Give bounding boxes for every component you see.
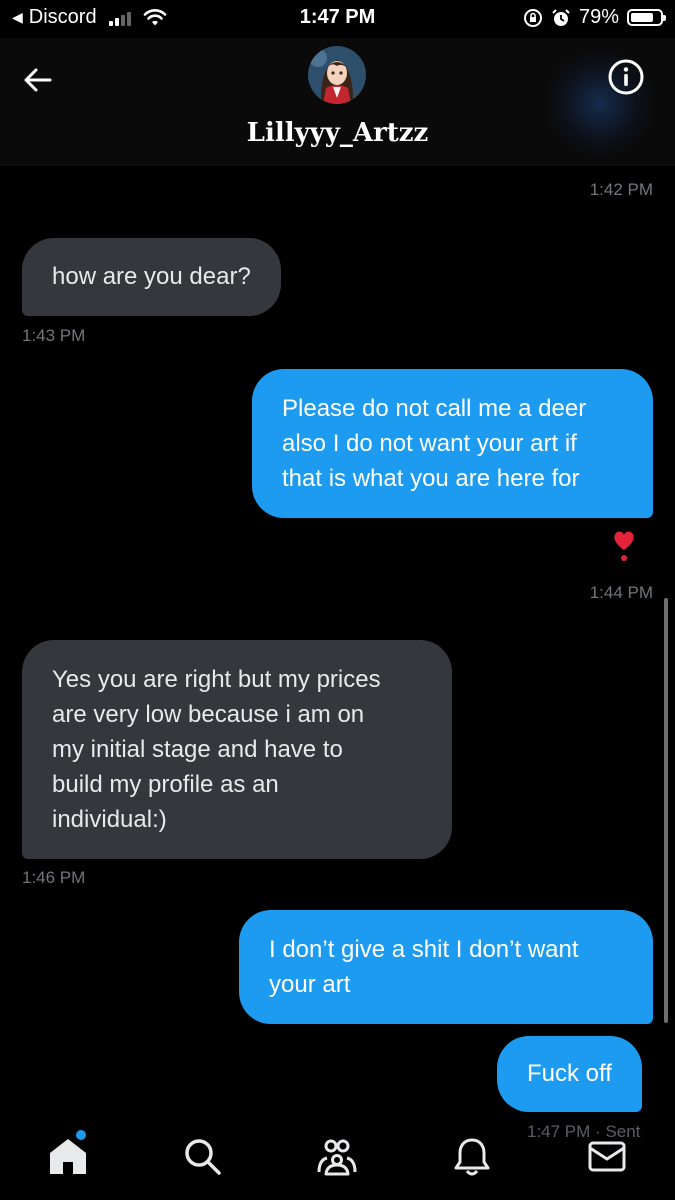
outgoing-message[interactable]: Fuck off (497, 1036, 642, 1112)
battery-percent: 79% (578, 6, 619, 28)
message-timestamp: 1:42 PM (589, 180, 653, 199)
alarm-icon (552, 8, 570, 26)
meta-separator: · (595, 1122, 606, 1141)
info-icon[interactable] (607, 58, 645, 96)
incoming-message[interactable]: Yes you are right but my prices are very… (22, 640, 452, 859)
last-message-meta: 1:47 PM · Sent (527, 1122, 640, 1142)
message-line: that is what you are here for (282, 465, 580, 492)
battery-icon (627, 9, 666, 26)
status-indicators: 79% (523, 6, 666, 29)
message-timestamp: 1:43 PM (22, 326, 86, 345)
status-bar: ◀ Discord 1:47 PM 79% (0, 0, 675, 38)
message-line: build my profile as an (52, 771, 279, 798)
contact-name[interactable]: Lillyyy_Artzz (0, 118, 675, 148)
avatar[interactable] (308, 46, 366, 104)
notification-dot (76, 1130, 86, 1140)
message-line: individual:) (52, 806, 167, 833)
communities-icon[interactable] (315, 1134, 359, 1178)
message-timestamp: 1:46 PM (22, 868, 86, 887)
back-arrow-icon[interactable] (20, 62, 56, 98)
message-line: Please do not call me a deer (282, 395, 587, 422)
conversation-header: Lillyyy_Artzz (0, 38, 675, 166)
message-status: Sent (605, 1122, 641, 1141)
message-line: are very low because i am on (52, 701, 365, 728)
home-icon[interactable] (46, 1134, 90, 1178)
outgoing-message[interactable]: I don’t give a shit I don’t want your ar… (239, 910, 653, 1024)
notifications-icon[interactable] (450, 1134, 494, 1178)
search-icon[interactable] (180, 1134, 224, 1178)
message-line: my initial stage and have to (52, 736, 343, 763)
scrollbar[interactable] (664, 598, 668, 1023)
incoming-message[interactable]: how are you dear? (22, 238, 281, 316)
message-text: how are you dear? (52, 263, 251, 290)
message-timestamp: 1:44 PM (589, 583, 653, 602)
outgoing-message[interactable]: Please do not call me a deer also I do n… (252, 369, 653, 518)
message-line: Yes you are right but my prices (52, 666, 381, 693)
message-line: your art (269, 971, 351, 998)
message-line: also I do not want your art if (282, 430, 577, 457)
heart-reaction-icon[interactable] (612, 528, 636, 562)
orientation-lock-icon (523, 8, 542, 27)
message-text: Fuck off (527, 1060, 612, 1087)
message-line: I don’t give a shit I don’t want (269, 936, 579, 963)
message-timestamp: 1:47 PM (527, 1122, 591, 1141)
